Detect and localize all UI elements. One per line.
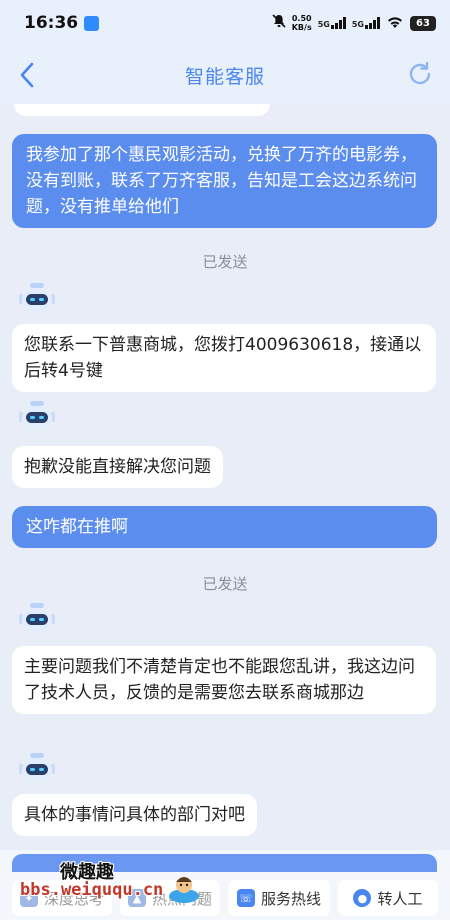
- service-hotline-button[interactable]: ☏ 服务热线: [228, 880, 330, 916]
- bot-message: 抱歉没能直接解决您问题: [12, 446, 223, 488]
- flame-icon: ▲: [127, 889, 146, 907]
- signal-sim2: 5G: [352, 17, 380, 29]
- quick-action-bar: ✦ 深度思考 ▲ 热点问题 ☏ 服务热线 ● 转人工: [0, 850, 450, 920]
- status-bar: 16:36 0.50 KB/s 5G 5G 63: [0, 0, 450, 46]
- hot-questions-button[interactable]: ▲ 热点问题: [120, 880, 220, 916]
- sim1-label: 5G: [317, 20, 330, 29]
- signal-sim1: 5G: [318, 17, 346, 29]
- bot-avatar-icon: [19, 603, 55, 632]
- next-message-bubble: [12, 854, 437, 872]
- back-arrow-icon[interactable]: [16, 60, 42, 90]
- mute-bell-icon: [272, 14, 286, 32]
- user-message: 这咋都在推啊: [12, 506, 437, 548]
- status-icons: 0.50 KB/s 5G 5G 63: [272, 14, 436, 33]
- battery-indicator: 63: [410, 15, 436, 31]
- user-message: 我参加了那个惠民观影活动，兑换了万齐的电影券，没有到账，联系了万齐客服，告知是工…: [12, 134, 437, 228]
- signal-bars-icon: [365, 17, 380, 29]
- page-title: 智能客服: [184, 65, 265, 88]
- bot-message: 主要问题我们不清楚肯定也不能跟您乱讲，我这边问了技术人员，反馈的是需要您去联系商…: [12, 646, 436, 714]
- network-speed-unit: KB/s: [291, 23, 312, 32]
- bot-message: 您联系一下普惠商城，您拨打4009630618，接通以后转4号键: [12, 324, 436, 392]
- sent-status: 已发送: [202, 575, 248, 593]
- person-icon: ●: [353, 889, 372, 907]
- wifi-icon: [386, 14, 404, 33]
- signal-bars-icon: [330, 17, 346, 29]
- status-time: 16:36: [24, 13, 79, 33]
- nav-bar: 智能客服: [0, 46, 450, 104]
- deep-think-label: 深度思考: [43, 889, 104, 908]
- bot-message: 具体的事情问具体的部门对吧: [12, 794, 257, 836]
- network-speed: 0.50 KB/s: [292, 14, 312, 32]
- refresh-icon[interactable]: [406, 60, 434, 88]
- hot-questions-label: 热点问题: [151, 889, 212, 908]
- hotline-icon: ☏: [236, 889, 255, 907]
- bot-avatar-icon: [19, 753, 55, 782]
- transfer-human-label: 转人工: [377, 889, 423, 908]
- chat-area[interactable]: 我参加了那个惠民观影活动，兑换了万齐的电影券，没有到账，联系了万齐客服，告知是工…: [0, 104, 450, 850]
- bot-avatar-icon: [19, 283, 55, 312]
- service-hotline-label: 服务热线: [260, 889, 321, 908]
- transfer-human-button[interactable]: ● 转人工: [338, 880, 438, 916]
- brain-icon: ✦: [19, 889, 38, 907]
- deep-think-button[interactable]: ✦ 深度思考: [12, 880, 112, 916]
- sim2-label: 5G: [351, 20, 364, 29]
- network-speed-value: 0.50: [291, 14, 312, 23]
- bot-avatar-icon: [19, 401, 55, 430]
- sent-status: 已发送: [202, 253, 248, 271]
- previous-message-bubble: [14, 104, 270, 116]
- app-notification-icon: [84, 16, 100, 31]
